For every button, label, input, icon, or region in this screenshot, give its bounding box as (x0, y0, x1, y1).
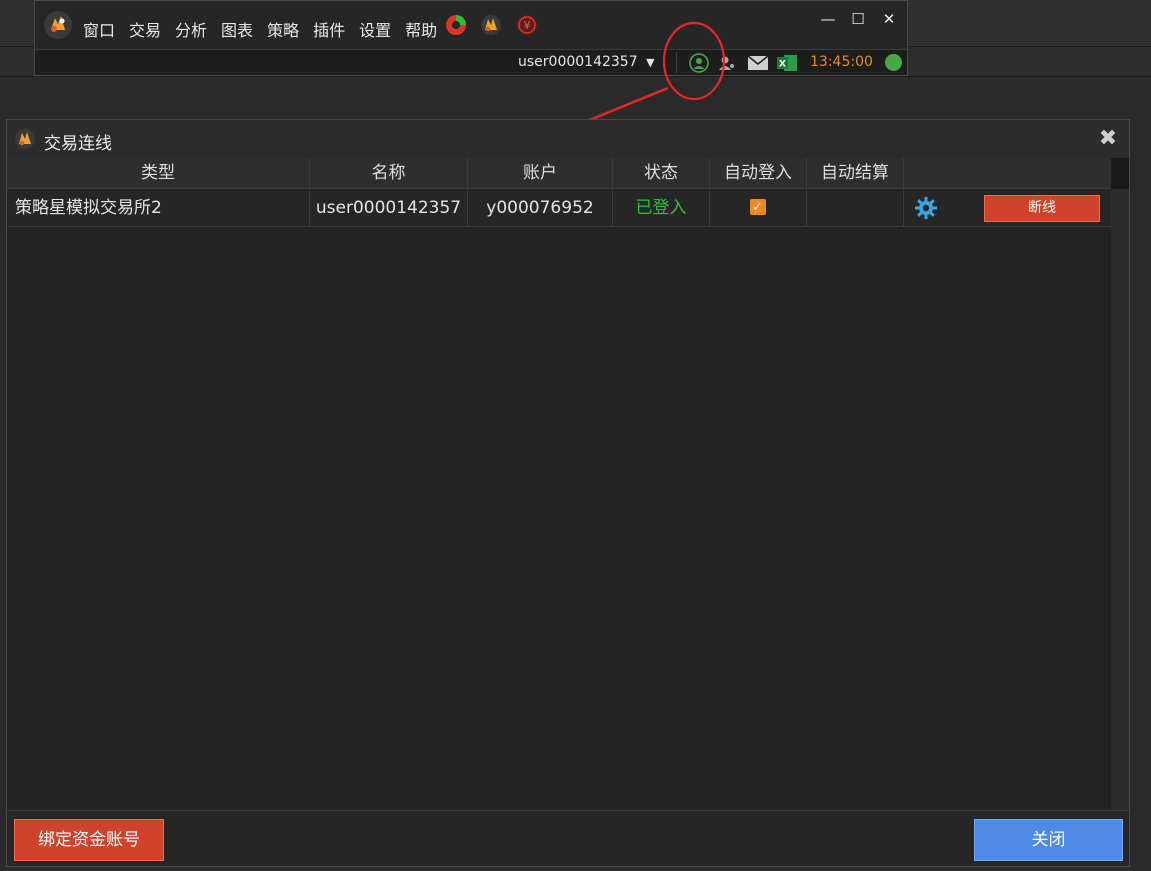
column-header-account[interactable]: 账户 (468, 158, 613, 188)
column-header-type[interactable]: 类型 (7, 158, 310, 188)
svg-text:¥: ¥ (524, 19, 531, 32)
auto-login-checkbox[interactable] (750, 189, 766, 226)
column-header-name[interactable]: 名称 (310, 158, 468, 188)
minimize-button[interactable]: — (817, 10, 839, 28)
window-close-button[interactable]: ✕ (878, 10, 900, 28)
dialog-close-icon[interactable]: ✖ (1097, 128, 1119, 150)
column-header-auto-settle[interactable]: 自动结算 (807, 158, 904, 188)
app-logo-icon[interactable] (43, 10, 73, 40)
mail-icon[interactable] (747, 54, 769, 72)
divider (676, 52, 677, 73)
maximize-button[interactable]: ☐ (847, 10, 869, 28)
connection-status-icon (885, 54, 902, 71)
status-bar: user0000142357 ▼ X 13:45:00 (35, 49, 907, 75)
menu-item-trade[interactable]: 交易 (129, 17, 169, 41)
dialog-title: 交易连线 (44, 134, 112, 154)
app-logo-icon (15, 129, 35, 149)
clock: 13:45:00 (810, 54, 873, 70)
main-window: 窗口 交易 分析 图表 策略 插件 设置 帮助 ¥ — ☐ ✕ user0000… (34, 0, 908, 76)
dialog-titlebar: 交易连线 ✖ (7, 120, 1129, 158)
pie-chart-icon[interactable] (445, 14, 467, 36)
user-dropdown[interactable]: user0000142357 ▼ (518, 54, 655, 70)
cell-auto-login (710, 189, 807, 226)
column-header-status[interactable]: 状态 (613, 158, 710, 188)
bind-account-button[interactable]: 绑定资金账号 (14, 819, 164, 861)
svg-text:X: X (779, 60, 786, 70)
dialog-footer: 绑定资金账号 关闭 (7, 810, 1129, 866)
menu-item-analysis[interactable]: 分析 (175, 17, 215, 41)
cell-auto-settle[interactable] (807, 190, 904, 226)
user-dropdown-value: user0000142357 (518, 54, 638, 70)
scrollbar-thumb[interactable] (1111, 158, 1129, 189)
cell-name: user0000142357 (310, 190, 468, 226)
account-icon[interactable] (689, 53, 709, 73)
column-header-actions (904, 158, 1111, 188)
yen-icon[interactable]: ¥ (516, 14, 538, 36)
close-button[interactable]: 关闭 (974, 819, 1123, 861)
menu-item-plugin[interactable]: 插件 (313, 17, 353, 41)
menu-item-strategy[interactable]: 策略 (267, 17, 307, 41)
menu-item-settings[interactable]: 设置 (359, 17, 399, 41)
cell-account: y000076952 (468, 190, 613, 226)
menu-item-help[interactable]: 帮助 (405, 17, 445, 41)
menu-item-chart[interactable]: 图表 (221, 17, 261, 41)
disconnect-button[interactable]: 断线 (984, 195, 1100, 222)
menu-item-window[interactable]: 窗口 (83, 17, 123, 41)
cell-type: 策略星模拟交易所2 (7, 190, 310, 226)
table-row[interactable]: 策略星模拟交易所2 user0000142357 y000076952 已登入 (7, 189, 1111, 227)
trade-connection-dialog: 交易连线 ✖ 类型 名称 账户 状态 自动登入 自动结算 策略星模拟交易所2 u… (6, 119, 1130, 867)
main-menu: 窗口 交易 分析 图表 策略 插件 设置 帮助 (83, 17, 451, 41)
menu-bar: 窗口 交易 分析 图表 策略 插件 设置 帮助 ¥ — ☐ ✕ (35, 1, 907, 49)
connection-table: 类型 名称 账户 状态 自动登入 自动结算 策略星模拟交易所2 user0000… (7, 158, 1111, 848)
excel-icon[interactable]: X (776, 53, 798, 73)
column-header-auto-login[interactable]: 自动登入 (710, 158, 807, 188)
gear-icon[interactable] (914, 196, 938, 220)
cell-actions: 断线 (904, 190, 1111, 226)
users-icon[interactable] (717, 53, 737, 73)
strategy-star-icon[interactable] (480, 14, 502, 36)
table-header: 类型 名称 账户 状态 自动登入 自动结算 (7, 158, 1111, 189)
cell-status: 已登入 (613, 190, 710, 226)
chevron-down-icon: ▼ (646, 56, 655, 69)
vertical-scrollbar[interactable] (1111, 158, 1129, 848)
